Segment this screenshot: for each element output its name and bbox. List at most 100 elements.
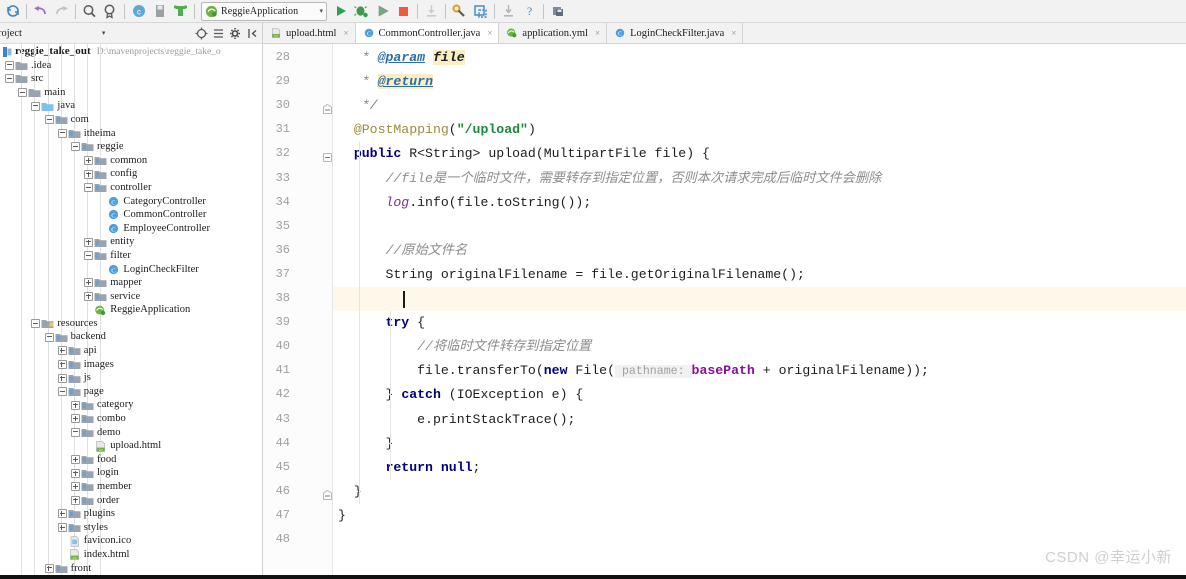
expand-node-icon[interactable] — [83, 291, 94, 302]
settings-wrench-icon[interactable] — [449, 1, 470, 21]
tree-row[interactable]: favicon.ico — [0, 534, 262, 548]
editor-gutter[interactable]: 28 29 30 31 32 33 34 35 36 37 38 39 40 41 42 43 44 45 46 47… — [263, 44, 333, 579]
tree-row[interactable]: resources — [0, 317, 262, 331]
run-icon[interactable] — [330, 1, 351, 21]
collapse-node-icon[interactable] — [17, 87, 28, 98]
collapse-node-icon[interactable] — [70, 141, 81, 152]
tree-row[interactable]: filter — [0, 249, 262, 263]
tree-row[interactable]: member — [0, 480, 262, 494]
expand-node-icon[interactable] — [83, 169, 94, 180]
expand-node-icon[interactable] — [44, 563, 55, 574]
code-line[interactable] — [333, 287, 1186, 312]
collapse-node-icon[interactable] — [4, 60, 15, 71]
expand-node-icon[interactable] — [57, 508, 68, 519]
collapse-node-icon[interactable] — [30, 101, 41, 112]
redo-icon[interactable] — [51, 1, 72, 21]
tree-row[interactable]: src — [0, 72, 262, 86]
expand-node-icon[interactable] — [70, 468, 81, 479]
expand-node-icon[interactable] — [70, 400, 81, 411]
tree-row[interactable]: C CategoryController — [0, 195, 262, 209]
tree-row[interactable]: com — [0, 113, 262, 127]
collapse-node-icon[interactable] — [83, 250, 94, 261]
tree-row[interactable]: controller — [0, 181, 262, 195]
tree-row[interactable]: C EmployeeController — [0, 222, 262, 236]
tree-row[interactable]: login — [0, 466, 262, 480]
project-tree[interactable]: reggie_take_out D:\mavenprojects\reggie_… — [0, 44, 262, 579]
tree-row[interactable]: api — [0, 344, 262, 358]
code-line[interactable]: file.transferTo(new File( pathname: base… — [333, 359, 1186, 383]
code-content[interactable]: I * @param file * @return */ @PostMappin… — [333, 44, 1186, 579]
close-icon[interactable]: × — [731, 28, 736, 38]
collapse-node-icon[interactable] — [30, 318, 41, 329]
expand-node-icon[interactable] — [83, 237, 94, 248]
expand-node-icon[interactable] — [70, 495, 81, 506]
collapse-node-icon[interactable] — [83, 182, 94, 193]
locate-file-icon[interactable] — [195, 27, 208, 40]
tree-row[interactable]: demo — [0, 426, 262, 440]
code-line[interactable]: //原始文件名 — [333, 239, 1186, 263]
project-structure-icon[interactable] — [470, 1, 491, 21]
tree-row[interactable]: ReggieApplication — [0, 303, 262, 317]
fold-end-icon[interactable] — [323, 101, 332, 115]
tree-row[interactable]: entity — [0, 235, 262, 249]
code-line[interactable] — [333, 215, 1186, 239]
expand-node-icon[interactable] — [57, 373, 68, 384]
close-icon[interactable]: × — [595, 28, 600, 38]
run-configuration-selector[interactable]: ReggieApplication ▾ — [201, 1, 327, 21]
code-line[interactable]: //file是一个临时文件，需要转存到指定位置，否则本次请求完成后临时文件会删除 — [333, 167, 1186, 191]
code-line[interactable]: } — [333, 480, 1186, 504]
save-icon[interactable] — [547, 1, 568, 21]
search-structurally-icon[interactable] — [100, 1, 121, 21]
tree-row[interactable]: food — [0, 453, 262, 467]
code-line[interactable]: } catch (IOException e) { — [333, 383, 1186, 407]
search-icon[interactable] — [79, 1, 100, 21]
tree-row[interactable]: mapper — [0, 276, 262, 290]
collapse-node-icon[interactable] — [70, 427, 81, 438]
tree-row[interactable]: common — [0, 154, 262, 168]
collapse-node-icon[interactable] — [44, 114, 55, 125]
update-project-icon[interactable] — [498, 1, 519, 21]
editor-tab[interactable]: C CommonController.java × — [355, 23, 500, 43]
editor-tab[interactable]: C LoginCheckFilter.java × — [607, 23, 744, 43]
tree-row[interactable]: itheima — [0, 127, 262, 141]
expand-node-icon[interactable] — [57, 359, 68, 370]
code-line[interactable]: public R<String> upload(MultipartFile fi… — [333, 142, 1186, 166]
sync-refresh-icon[interactable] — [2, 1, 23, 21]
fold-collapse-icon[interactable] — [323, 149, 332, 163]
expand-node-icon[interactable] — [70, 481, 81, 492]
compile-icon[interactable]: c — [128, 1, 149, 21]
close-icon[interactable]: × — [343, 28, 348, 38]
code-line[interactable]: */ — [333, 94, 1186, 118]
code-editor[interactable]: 28 29 30 31 32 33 34 35 36 37 38 39 40 41 42 43 44 45 46 47… — [263, 44, 1186, 579]
expand-node-icon[interactable] — [83, 277, 94, 288]
help-icon[interactable]: ? — [519, 1, 540, 21]
tree-row[interactable]: order — [0, 494, 262, 508]
code-line[interactable]: * @param file — [333, 46, 1186, 70]
build-project-icon[interactable] — [170, 1, 191, 21]
tree-row[interactable]: page — [0, 385, 262, 399]
code-line[interactable]: e.printStackTrace(); — [333, 408, 1186, 432]
tree-row[interactable]: reggie — [0, 140, 262, 154]
tree-row[interactable]: service — [0, 290, 262, 304]
tree-row[interactable]: backend — [0, 330, 262, 344]
expand-node-icon[interactable] — [70, 413, 81, 424]
expand-node-icon[interactable] — [70, 454, 81, 465]
collapse-all-icon[interactable] — [212, 27, 225, 40]
code-line[interactable]: try { — [333, 311, 1186, 335]
collapse-node-icon[interactable] — [4, 73, 15, 84]
undo-icon[interactable] — [30, 1, 51, 21]
code-line[interactable]: return null; — [333, 456, 1186, 480]
collapse-node-icon[interactable] — [57, 128, 68, 139]
tree-row[interactable]: <> upload.html — [0, 439, 262, 453]
debug-icon[interactable] — [351, 1, 372, 21]
tree-row[interactable]: C CommonController — [0, 208, 262, 222]
expand-node-icon[interactable] — [57, 522, 68, 533]
tree-row[interactable]: config — [0, 167, 262, 181]
expand-node-icon[interactable] — [57, 345, 68, 356]
settings-gear-icon[interactable] — [229, 27, 242, 40]
project-view-dropdown-icon[interactable]: ▾ — [102, 29, 106, 37]
code-line[interactable]: //将临时文件转存到指定位置 — [333, 335, 1186, 359]
tree-row[interactable]: front — [0, 562, 262, 576]
tree-row-root[interactable]: reggie_take_out D:\mavenprojects\reggie_… — [0, 45, 262, 59]
code-line[interactable]: String originalFilename = file.getOrigin… — [333, 263, 1186, 287]
